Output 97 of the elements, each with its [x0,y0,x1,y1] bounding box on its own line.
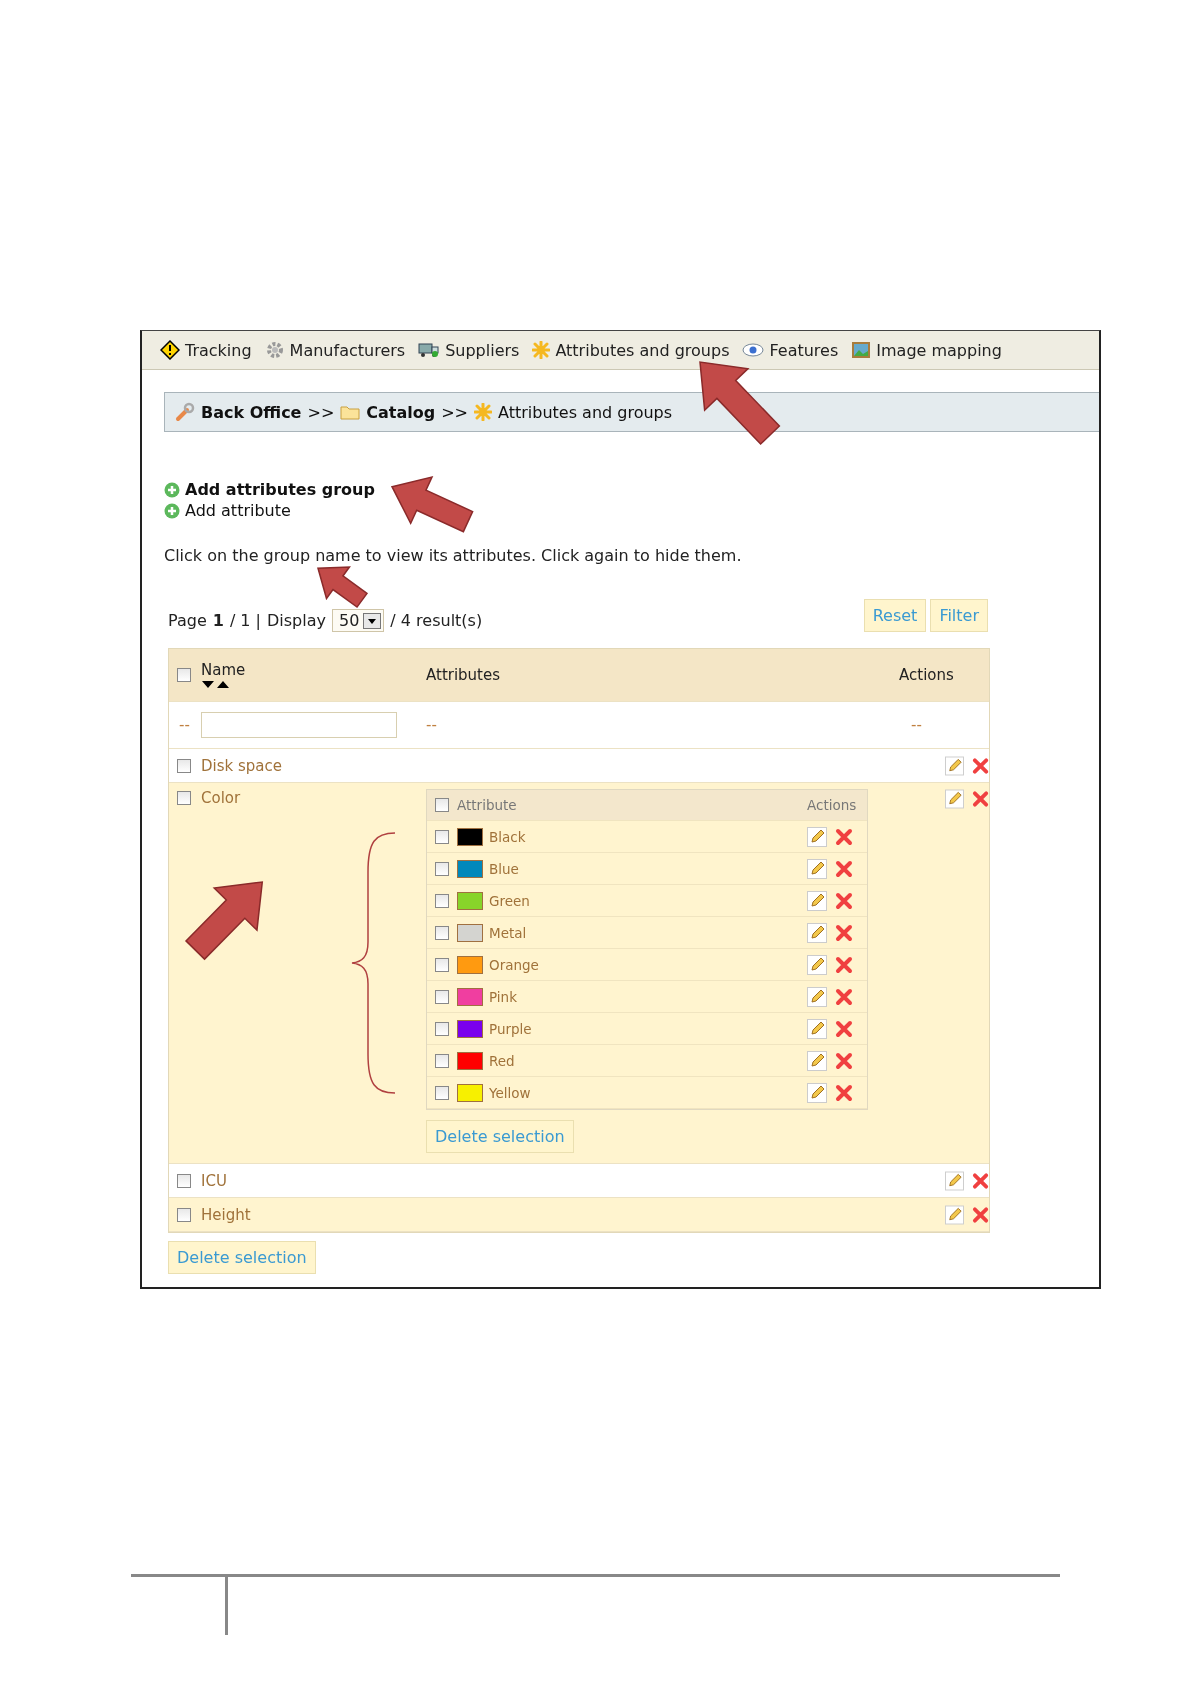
nav-tab[interactable]: Attributes and groups [532,340,730,360]
column-header: Actions [899,666,955,684]
delete-icon[interactable] [835,955,853,974]
breadcrumb-link[interactable]: Attributes and groups [474,402,673,422]
dropdown-icon [363,612,382,629]
checkbox[interactable] [435,829,449,844]
page-total: / 1 | [229,611,261,630]
delete-icon[interactable] [835,987,853,1006]
table-cell-text: -- [426,716,438,734]
edit-icon[interactable] [807,986,827,1007]
group-name[interactable]: Color [201,783,426,807]
checkbox[interactable] [177,791,191,805]
column-header: Actions [807,797,858,813]
add-icon [164,502,180,519]
checkbox[interactable] [435,1053,449,1068]
delete-icon[interactable] [835,923,853,942]
delete-icon[interactable] [835,891,853,910]
edit-icon[interactable] [807,954,827,975]
breadcrumb-link[interactable]: Back Office [175,402,302,422]
attribute-name: Purple [489,1020,532,1037]
arrow-annotation [317,565,368,608]
add-link[interactable]: Add attribute [164,501,291,520]
attribute-name: Black [489,828,526,845]
result-count: / 4 result(s) [390,611,483,630]
delete-icon[interactable] [971,790,989,808]
edit-icon[interactable] [807,858,827,879]
page-number: 1 [212,611,224,630]
column-header: Attributes [426,666,502,684]
checkbox[interactable] [435,957,449,972]
warning-icon [160,340,180,360]
group-name[interactable]: Disk space [201,756,426,775]
eye-icon [742,343,765,357]
sort-icon[interactable] [201,679,231,689]
wrench-icon [175,402,195,422]
nav-tab[interactable]: Tracking [160,340,252,360]
image-icon [851,341,872,359]
edit-icon[interactable] [807,890,827,911]
hint-text: Click on the group name to view its attributes. Click again to hide them. [164,546,743,565]
attribute-name: Pink [489,988,517,1005]
breadcrumb-separator: >> [441,402,468,422]
per-page-select[interactable]: 50 [332,609,385,632]
edit-icon[interactable] [807,1082,827,1103]
attribute-name: Orange [489,956,539,973]
checkbox[interactable] [435,989,449,1004]
delete-icon[interactable] [835,827,853,846]
group-name[interactable]: ICU [201,1171,426,1190]
checkbox[interactable] [435,861,449,876]
delete-icon[interactable] [835,859,853,878]
edit-icon[interactable] [945,789,964,809]
gear-icon [264,340,285,360]
attribute-name: Blue [489,860,519,877]
nav-tab[interactable]: Image mapping [851,340,1002,360]
attribute-name: Red [489,1052,515,1069]
delete-icon[interactable] [835,1051,853,1070]
table-cell-text: -- [910,716,923,734]
add-icon [164,481,180,498]
delete-icon[interactable] [971,1205,989,1224]
checkbox[interactable] [435,798,449,812]
group-name[interactable]: Height [201,1205,426,1224]
breadcrumb-separator: >> [307,402,335,422]
edit-icon[interactable] [807,1018,827,1039]
display-label: Display [267,611,326,630]
delete-icon[interactable] [835,1019,853,1038]
checkbox[interactable] [177,758,191,773]
sparkle-icon [532,341,551,359]
delete-icon[interactable] [971,1171,989,1190]
table-cell-text: -- [178,716,191,734]
checkbox[interactable] [177,668,191,682]
attribute-name: Yellow [489,1084,531,1101]
name-filter-field[interactable] [201,712,397,738]
edit-icon[interactable] [807,1050,827,1071]
truck-icon [418,340,441,360]
edit-icon[interactable] [945,755,964,776]
edit-icon[interactable] [807,826,827,847]
attribute-name: Metal [489,924,527,941]
checkbox[interactable] [435,893,449,908]
sparkle-icon [474,403,492,421]
breadcrumb-link[interactable]: Catalog [340,402,436,422]
checkbox[interactable] [435,925,449,940]
nav-tab[interactable]: Manufacturers [264,340,406,360]
delete-icon[interactable] [971,756,989,775]
add-link[interactable]: Add attributes group [164,480,375,499]
pager-label: Page [168,611,207,630]
checkbox[interactable] [435,1021,449,1036]
checkbox[interactable] [177,1207,191,1222]
column-header: Name [201,661,247,679]
edit-icon[interactable] [945,1204,964,1225]
column-header: Attribute [457,797,518,813]
edit-icon[interactable] [807,922,827,943]
delete-icon[interactable] [835,1083,853,1102]
checkbox[interactable] [435,1085,449,1100]
checkbox[interactable] [177,1173,191,1188]
nav-tab[interactable]: Suppliers [418,340,520,360]
edit-icon[interactable] [945,1170,964,1191]
nav-tab[interactable]: Features [742,340,839,360]
folder-icon [340,404,361,420]
attribute-name: Green [489,892,530,909]
